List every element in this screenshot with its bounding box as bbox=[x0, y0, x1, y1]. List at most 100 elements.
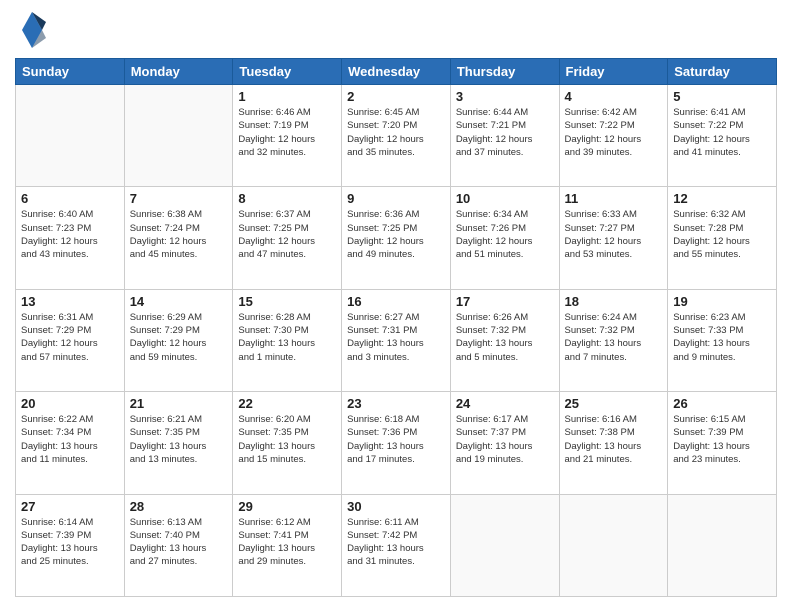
day-number: 6 bbox=[21, 191, 119, 206]
calendar-day-22: 22 Sunrise: 6:20 AM Sunset: 7:35 PM Dayli… bbox=[233, 392, 342, 494]
calendar-week-3: 13 Sunrise: 6:31 AM Sunset: 7:29 PM Dayli… bbox=[16, 289, 777, 391]
calendar-day-1: 1 Sunrise: 6:46 AM Sunset: 7:19 PM Daylig… bbox=[233, 85, 342, 187]
calendar-day-16: 16 Sunrise: 6:27 AM Sunset: 7:31 PM Dayli… bbox=[342, 289, 451, 391]
day-info: Sunrise: 6:34 AM Sunset: 7:26 PM Dayligh… bbox=[456, 208, 554, 261]
day-info: Sunrise: 6:41 AM Sunset: 7:22 PM Dayligh… bbox=[673, 106, 771, 159]
day-number: 17 bbox=[456, 294, 554, 309]
calendar-day-2: 2Sunrise: 6:45 AM Sunset: 7:20 PM Daylig… bbox=[342, 85, 451, 187]
day-number: 27 bbox=[21, 499, 119, 514]
day-number: 25 bbox=[565, 396, 663, 411]
day-info: Sunrise: 6:13 AM Sunset: 7:40 PM Dayligh… bbox=[130, 516, 228, 569]
day-info: Sunrise: 6:18 AM Sunset: 7:36 PM Dayligh… bbox=[347, 413, 445, 466]
calendar-day-9: 9 Sunrise: 6:36 AM Sunset: 7:25 PM Daylig… bbox=[342, 187, 451, 289]
calendar-week-5: 27Sunrise: 6:14 AM Sunset: 7:39 PM Dayli… bbox=[16, 494, 777, 596]
calendar-day-28: 28 Sunrise: 6:13 AM Sunset: 7:40 PM Dayli… bbox=[124, 494, 233, 596]
day-info: Sunrise: 6:20 AM Sunset: 7:35 PM Dayligh… bbox=[238, 413, 336, 466]
day-number: 23 bbox=[347, 396, 445, 411]
day-info: Sunrise: 6:23 AM Sunset: 7:33 PM Dayligh… bbox=[673, 311, 771, 364]
calendar-day-12: 12Sunrise: 6:32 AM Sunset: 7:28 PM Dayli… bbox=[668, 187, 777, 289]
calendar-day-27: 27Sunrise: 6:14 AM Sunset: 7:39 PM Dayli… bbox=[16, 494, 125, 596]
page: SundayMondayTuesdayWednesdayThursdayFrid… bbox=[0, 0, 792, 612]
calendar-header-row: SundayMondayTuesdayWednesdayThursdayFrid… bbox=[16, 59, 777, 85]
calendar-day-8: 8 Sunrise: 6:37 AM Sunset: 7:25 PM Daylig… bbox=[233, 187, 342, 289]
calendar-table: SundayMondayTuesdayWednesdayThursdayFrid… bbox=[15, 58, 777, 597]
calendar-day-26: 26Sunrise: 6:15 AM Sunset: 7:39 PM Dayli… bbox=[668, 392, 777, 494]
day-number: 7 bbox=[130, 191, 228, 206]
calendar-week-4: 20 Sunrise: 6:22 AM Sunset: 7:34 PM Dayli… bbox=[16, 392, 777, 494]
day-info: Sunrise: 6:24 AM Sunset: 7:32 PM Dayligh… bbox=[565, 311, 663, 364]
day-number: 20 bbox=[21, 396, 119, 411]
day-number: 3 bbox=[456, 89, 554, 104]
header bbox=[15, 15, 777, 48]
day-number: 28 bbox=[130, 499, 228, 514]
day-info: Sunrise: 6:31 AM Sunset: 7:29 PM Dayligh… bbox=[21, 311, 119, 364]
calendar-empty bbox=[559, 494, 668, 596]
logo bbox=[15, 15, 46, 48]
calendar-day-20: 20 Sunrise: 6:22 AM Sunset: 7:34 PM Dayli… bbox=[16, 392, 125, 494]
calendar-day-21: 21 Sunrise: 6:21 AM Sunset: 7:35 PM Dayli… bbox=[124, 392, 233, 494]
day-info: Sunrise: 6:42 AM Sunset: 7:22 PM Dayligh… bbox=[565, 106, 663, 159]
day-number: 16 bbox=[347, 294, 445, 309]
calendar-day-13: 13 Sunrise: 6:31 AM Sunset: 7:29 PM Dayli… bbox=[16, 289, 125, 391]
day-info: Sunrise: 6:16 AM Sunset: 7:38 PM Dayligh… bbox=[565, 413, 663, 466]
day-number: 21 bbox=[130, 396, 228, 411]
calendar-header-monday: Monday bbox=[124, 59, 233, 85]
day-info: Sunrise: 6:22 AM Sunset: 7:34 PM Dayligh… bbox=[21, 413, 119, 466]
calendar-header-wednesday: Wednesday bbox=[342, 59, 451, 85]
day-number: 12 bbox=[673, 191, 771, 206]
day-info: Sunrise: 6:27 AM Sunset: 7:31 PM Dayligh… bbox=[347, 311, 445, 364]
day-info: Sunrise: 6:36 AM Sunset: 7:25 PM Dayligh… bbox=[347, 208, 445, 261]
calendar-day-18: 18 Sunrise: 6:24 AM Sunset: 7:32 PM Dayli… bbox=[559, 289, 668, 391]
day-info: Sunrise: 6:21 AM Sunset: 7:35 PM Dayligh… bbox=[130, 413, 228, 466]
calendar-day-29: 29 Sunrise: 6:12 AM Sunset: 7:41 PM Dayli… bbox=[233, 494, 342, 596]
day-info: Sunrise: 6:26 AM Sunset: 7:32 PM Dayligh… bbox=[456, 311, 554, 364]
day-info: Sunrise: 6:33 AM Sunset: 7:27 PM Dayligh… bbox=[565, 208, 663, 261]
calendar-header-friday: Friday bbox=[559, 59, 668, 85]
calendar-day-10: 10Sunrise: 6:34 AM Sunset: 7:26 PM Dayli… bbox=[450, 187, 559, 289]
calendar-day-30: 30 Sunrise: 6:11 AM Sunset: 7:42 PM Dayli… bbox=[342, 494, 451, 596]
day-info: Sunrise: 6:38 AM Sunset: 7:24 PM Dayligh… bbox=[130, 208, 228, 261]
day-number: 9 bbox=[347, 191, 445, 206]
calendar-empty bbox=[124, 85, 233, 187]
day-info: Sunrise: 6:46 AM Sunset: 7:19 PM Dayligh… bbox=[238, 106, 336, 159]
calendar-header-saturday: Saturday bbox=[668, 59, 777, 85]
calendar-day-24: 24 Sunrise: 6:17 AM Sunset: 7:37 PM Dayli… bbox=[450, 392, 559, 494]
day-info: Sunrise: 6:44 AM Sunset: 7:21 PM Dayligh… bbox=[456, 106, 554, 159]
day-number: 30 bbox=[347, 499, 445, 514]
day-number: 18 bbox=[565, 294, 663, 309]
calendar-empty bbox=[450, 494, 559, 596]
calendar-empty bbox=[16, 85, 125, 187]
day-number: 13 bbox=[21, 294, 119, 309]
calendar-header-sunday: Sunday bbox=[16, 59, 125, 85]
day-number: 2 bbox=[347, 89, 445, 104]
calendar-empty bbox=[668, 494, 777, 596]
day-number: 1 bbox=[238, 89, 336, 104]
day-info: Sunrise: 6:28 AM Sunset: 7:30 PM Dayligh… bbox=[238, 311, 336, 364]
calendar-day-23: 23 Sunrise: 6:18 AM Sunset: 7:36 PM Dayli… bbox=[342, 392, 451, 494]
day-info: Sunrise: 6:29 AM Sunset: 7:29 PM Dayligh… bbox=[130, 311, 228, 364]
calendar-header-tuesday: Tuesday bbox=[233, 59, 342, 85]
logo-icon bbox=[18, 10, 46, 48]
calendar-day-14: 14Sunrise: 6:29 AM Sunset: 7:29 PM Dayli… bbox=[124, 289, 233, 391]
day-number: 11 bbox=[565, 191, 663, 206]
calendar-day-5: 5Sunrise: 6:41 AM Sunset: 7:22 PM Daylig… bbox=[668, 85, 777, 187]
calendar-week-2: 6 Sunrise: 6:40 AM Sunset: 7:23 PM Daylig… bbox=[16, 187, 777, 289]
day-number: 22 bbox=[238, 396, 336, 411]
day-info: Sunrise: 6:11 AM Sunset: 7:42 PM Dayligh… bbox=[347, 516, 445, 569]
day-number: 15 bbox=[238, 294, 336, 309]
day-number: 4 bbox=[565, 89, 663, 104]
day-number: 8 bbox=[238, 191, 336, 206]
calendar-day-11: 11 Sunrise: 6:33 AM Sunset: 7:27 PM Dayli… bbox=[559, 187, 668, 289]
day-number: 24 bbox=[456, 396, 554, 411]
calendar-day-19: 19Sunrise: 6:23 AM Sunset: 7:33 PM Dayli… bbox=[668, 289, 777, 391]
day-number: 29 bbox=[238, 499, 336, 514]
calendar-day-7: 7 Sunrise: 6:38 AM Sunset: 7:24 PM Daylig… bbox=[124, 187, 233, 289]
day-number: 26 bbox=[673, 396, 771, 411]
calendar-week-1: 1 Sunrise: 6:46 AM Sunset: 7:19 PM Daylig… bbox=[16, 85, 777, 187]
day-info: Sunrise: 6:40 AM Sunset: 7:23 PM Dayligh… bbox=[21, 208, 119, 261]
calendar-day-3: 3 Sunrise: 6:44 AM Sunset: 7:21 PM Daylig… bbox=[450, 85, 559, 187]
calendar-day-17: 17 Sunrise: 6:26 AM Sunset: 7:32 PM Dayli… bbox=[450, 289, 559, 391]
day-info: Sunrise: 6:37 AM Sunset: 7:25 PM Dayligh… bbox=[238, 208, 336, 261]
day-info: Sunrise: 6:12 AM Sunset: 7:41 PM Dayligh… bbox=[238, 516, 336, 569]
day-info: Sunrise: 6:17 AM Sunset: 7:37 PM Dayligh… bbox=[456, 413, 554, 466]
